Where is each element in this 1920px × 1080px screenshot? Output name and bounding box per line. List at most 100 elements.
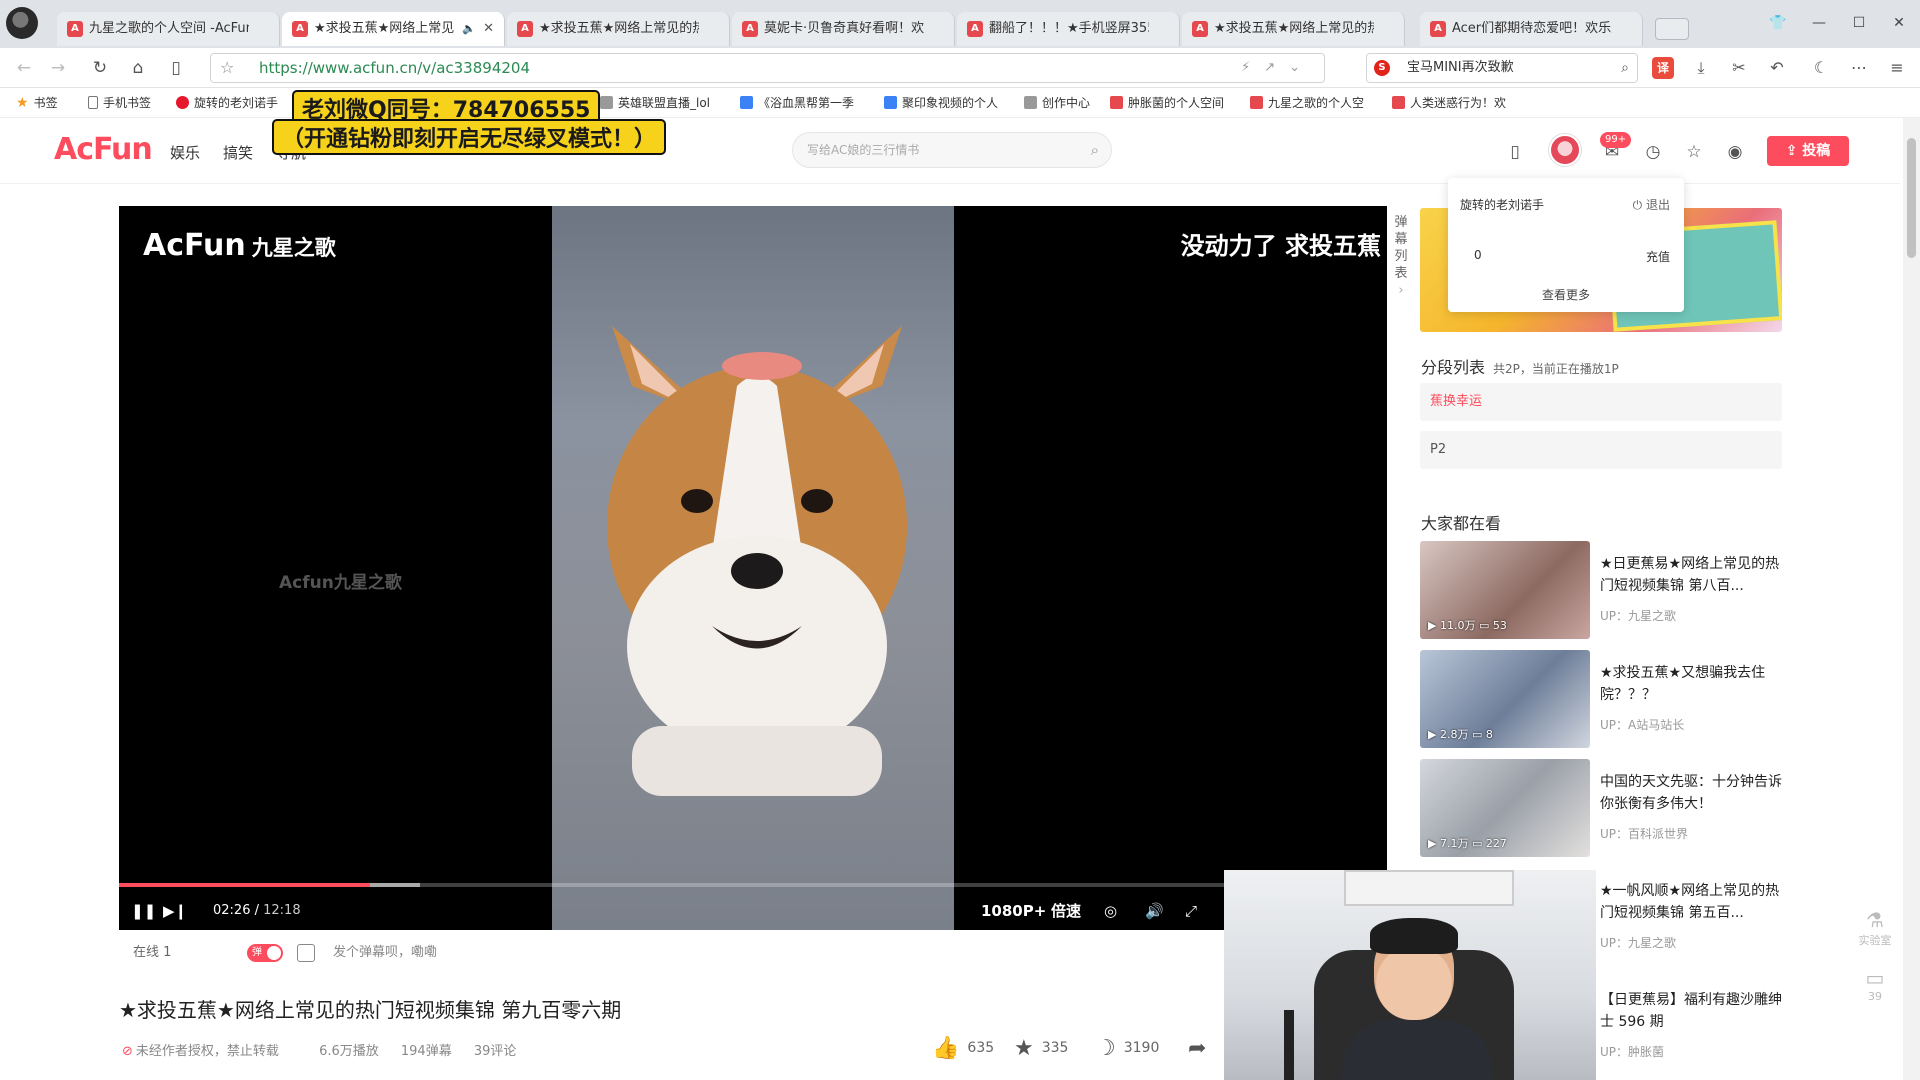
address-bar[interactable]: ☆ https://www.acfun.cn/v/ac33894204 ⚡↗⌄ bbox=[210, 53, 1325, 83]
history-icon[interactable]: ◷ bbox=[1641, 140, 1665, 164]
banana-button[interactable]: ☽ 3190 bbox=[1096, 1036, 1159, 1061]
recharge-link[interactable]: 充值 bbox=[1646, 248, 1670, 265]
video-player[interactable]: AcFun 九星之歌 Acfun九星之歌 没动力了 求投五蕉 ❚❚ ▶❙ 02:… bbox=[119, 206, 1387, 930]
quality-button[interactable]: 1080P+ bbox=[981, 892, 1046, 930]
uploader-name[interactable]: UP：A站马站长 bbox=[1600, 716, 1684, 733]
more-menu-icon[interactable]: ⋯ bbox=[1848, 57, 1870, 79]
speed-button[interactable]: 倍速 bbox=[1051, 892, 1081, 930]
search-icon[interactable]: ⌕ bbox=[1621, 54, 1629, 82]
site-search-input[interactable]: 写给AC娘的三行情书 ⌕ bbox=[792, 132, 1112, 168]
progress-bar[interactable] bbox=[119, 883, 1387, 887]
translate-icon[interactable]: 译 bbox=[1652, 57, 1674, 79]
search-engine-icon[interactable]: S bbox=[1374, 60, 1390, 76]
bookmark-item[interactable]: ★ 书签 bbox=[16, 88, 58, 118]
browser-tab[interactable]: A 九星之歌的个人空间 -AcFun弹 bbox=[57, 12, 280, 46]
browser-tab-active[interactable]: A ★求投五蕉★网络上常见 🔈 ✕ bbox=[282, 12, 505, 46]
video-title[interactable]: 【日更蕉易】福利有趣沙雕绅士 596 期 bbox=[1600, 989, 1782, 1033]
part-item-p1[interactable]: 蕉换幸运 bbox=[1420, 383, 1782, 421]
close-window-button[interactable]: ✕ bbox=[1886, 12, 1912, 34]
home-button[interactable]: ⌂ bbox=[126, 56, 150, 80]
night-mode-icon[interactable]: ☾ bbox=[1810, 57, 1832, 79]
share-button[interactable]: ➦ bbox=[1188, 1036, 1214, 1061]
uploader-name[interactable]: UP：九星之歌 bbox=[1600, 934, 1676, 951]
like-button[interactable]: 👍 635 bbox=[932, 1036, 994, 1061]
reload-button[interactable]: ↻ bbox=[88, 56, 112, 80]
search-box-text[interactable]: 宝马MINI再次致歉 bbox=[1407, 54, 1514, 82]
browser-tab[interactable]: A ★求投五蕉★网络上常见的热门 bbox=[507, 12, 730, 46]
scissors-icon[interactable]: ✂ bbox=[1728, 57, 1750, 79]
browser-tab[interactable]: A 翻船了！！！★手机竖屏355★ bbox=[957, 12, 1180, 46]
lab-button[interactable]: ⚗ 实验室 bbox=[1856, 908, 1894, 948]
pause-icon[interactable]: ❚❚ bbox=[131, 892, 156, 930]
mobile-icon[interactable]: ▯ bbox=[1503, 140, 1527, 164]
minimize-button[interactable]: — bbox=[1806, 12, 1832, 34]
list-item[interactable]: ▶ 2.8万 ▭ 8 ★求投五蕉★又想骗我去住院？？？ UP：A站马站长 bbox=[1420, 650, 1782, 748]
view-more-link[interactable]: 查看更多 bbox=[1448, 286, 1684, 303]
search-icon[interactable]: ⌕ bbox=[1091, 133, 1099, 167]
shirt-skin-icon[interactable]: 👕 bbox=[1765, 12, 1791, 34]
danmaku-list-toggle[interactable]: 弹幕列表 › bbox=[1390, 214, 1412, 299]
bookmark-item[interactable]: 聚印象视频的个人 bbox=[884, 88, 998, 118]
back-button[interactable]: ← bbox=[12, 56, 36, 80]
tab-close-icon[interactable]: ✕ bbox=[483, 12, 494, 46]
danmaku-settings-icon[interactable] bbox=[297, 944, 315, 962]
tab-audio-icon[interactable]: 🔈 bbox=[462, 12, 476, 46]
uploader-name[interactable]: UP：肿胀菌 bbox=[1600, 1043, 1664, 1060]
video-thumbnail[interactable]: ▶ 7.1万 ▭ 227 bbox=[1420, 759, 1590, 857]
video-title[interactable]: ★求投五蕉★又想骗我去住院？？？ bbox=[1600, 662, 1782, 706]
hamburger-menu-icon[interactable]: ≡ bbox=[1886, 57, 1908, 79]
browser-tab[interactable]: A ★求投五蕉★网络上常见的热门 bbox=[1182, 12, 1405, 46]
popup-username[interactable]: 旋转的老刘诺手 bbox=[1460, 196, 1544, 213]
nav-item-entertainment[interactable]: 娱乐 bbox=[170, 142, 200, 163]
scrollbar-thumb[interactable] bbox=[1907, 138, 1916, 258]
browser-search-box[interactable]: S 宝马MINI再次致歉 ⌕ bbox=[1366, 53, 1638, 83]
danmaku-toggle[interactable]: 弹 bbox=[247, 944, 283, 962]
reading-mode-icon[interactable]: ▯ bbox=[164, 56, 188, 80]
page-scrollbar[interactable] bbox=[1903, 118, 1920, 1080]
maximize-button[interactable]: ☐ bbox=[1846, 12, 1872, 34]
next-icon[interactable]: ▶❙ bbox=[163, 892, 187, 930]
list-item[interactable]: ▶ 7.1万 ▭ 227 中国的天文先驱：十分钟告诉你张衡有多伟大！ UP：百科… bbox=[1420, 759, 1782, 857]
bookmark-item[interactable]: 手机书签 bbox=[88, 88, 151, 118]
upload-button[interactable]: ⇪ 投稿 bbox=[1767, 136, 1849, 166]
address-bar-actions[interactable]: ⚡↗⌄ bbox=[1241, 54, 1314, 82]
danmaku-input[interactable]: 发个弹幕呗，嘞嘞 bbox=[329, 940, 1209, 966]
comment-jump-button[interactable]: ▭ 39 bbox=[1856, 966, 1894, 1003]
acfun-logo[interactable]: AcFun bbox=[54, 132, 153, 167]
new-tab-button[interactable] bbox=[1655, 18, 1689, 40]
bookmark-item[interactable]: 旋转的老刘诺手 bbox=[176, 88, 278, 118]
bookmark-item[interactable]: 肿胀菌的个人空间 bbox=[1110, 88, 1224, 118]
video-title[interactable]: ★日更蕉易★网络上常见的热门短视频集锦 第八百... bbox=[1600, 553, 1782, 597]
video-title[interactable]: ★一帆风顺★网络上常见的热门短视频集锦 第五百... bbox=[1600, 880, 1782, 924]
download-icon[interactable]: ⤓ bbox=[1690, 57, 1712, 79]
browser-tab[interactable]: A Acer们都期待恋爱吧！欢乐八 bbox=[1420, 12, 1643, 46]
video-thumbnail[interactable]: ▶ 11.0万 ▭ 53 bbox=[1420, 541, 1590, 639]
fullscreen-toggle-icon[interactable]: ⤢ bbox=[1185, 892, 1197, 930]
undo-icon[interactable]: ↶ bbox=[1766, 57, 1788, 79]
url-text[interactable]: https://www.acfun.cn/v/ac33894204 bbox=[259, 54, 530, 82]
browser-profile-avatar[interactable] bbox=[6, 7, 38, 39]
uploader-name[interactable]: UP：九星之歌 bbox=[1600, 607, 1676, 624]
browser-tab[interactable]: A 莫妮卡·贝鲁奇真好看啊！欢乐 bbox=[732, 12, 955, 46]
part-item-p2[interactable]: P2 bbox=[1420, 431, 1782, 469]
avatar[interactable] bbox=[1549, 134, 1581, 166]
danmaku-style-icon[interactable]: ◎ bbox=[1104, 892, 1117, 930]
uploader-name[interactable]: UP：百科派世界 bbox=[1600, 825, 1688, 842]
parts-section-title: 分段列表 共2P，当前正在播放1P bbox=[1421, 358, 1619, 377]
bookmark-item[interactable]: 《浴血黑帮第一季 bbox=[740, 88, 854, 118]
bookmark-star-icon[interactable]: ☆ bbox=[220, 58, 234, 77]
location-icon[interactable]: ◉ bbox=[1723, 140, 1747, 164]
bookmark-item[interactable]: 创作中心 bbox=[1024, 88, 1090, 118]
favorite-button[interactable]: ★ 335 bbox=[1014, 1036, 1068, 1061]
video-title[interactable]: 中国的天文先驱：十分钟告诉你张衡有多伟大！ bbox=[1600, 771, 1782, 815]
nav-item-funny[interactable]: 搞笑 bbox=[223, 142, 253, 163]
forward-button[interactable]: → bbox=[46, 56, 70, 80]
bookmark-item[interactable]: 九星之歌的个人空 bbox=[1250, 88, 1364, 118]
favorites-icon[interactable]: ☆ bbox=[1682, 140, 1706, 164]
logout-button[interactable]: ⏻ 退出 bbox=[1633, 196, 1670, 213]
video-thumbnail[interactable]: ▶ 2.8万 ▭ 8 bbox=[1420, 650, 1590, 748]
bookmark-item[interactable]: 英雄联盟直播_lol bbox=[600, 88, 710, 118]
bookmark-item[interactable]: 人类迷惑行为！欢 bbox=[1392, 88, 1506, 118]
list-item[interactable]: ▶ 11.0万 ▭ 53 ★日更蕉易★网络上常见的热门短视频集锦 第八百... … bbox=[1420, 541, 1782, 639]
volume-icon[interactable]: 🔊 bbox=[1145, 892, 1164, 930]
